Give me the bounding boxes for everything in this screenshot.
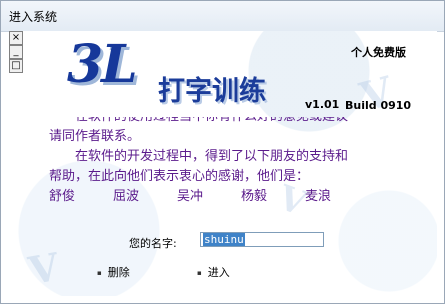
maximize-icon[interactable]: □ <box>9 59 23 73</box>
credits-line: 在软件的开发过程中，得到了以下朋友的支持和 <box>49 149 349 164</box>
logo-mark: 3L <box>67 34 138 95</box>
bullet-icon: ▪ <box>197 269 202 277</box>
logo-subtitle: 打字训练 <box>158 76 266 107</box>
credit-name: 麦浪 <box>305 189 332 204</box>
window-title: 进入系统 <box>9 10 58 24</box>
name-input-value: shuinu <box>203 233 245 246</box>
credits-line: 请同作者联系。 <box>49 129 141 144</box>
system-buttons: × _ □ <box>9 31 23 73</box>
credits-text: 在软件的使用过程当中你有什么好的意见或建议 请同作者联系。 在软件的开发过程中，… <box>49 117 409 207</box>
credit-name: 屈波 <box>113 189 140 204</box>
credits-line: 帮助，在此向他们表示衷心的感谢，他们是： <box>49 169 310 184</box>
credit-name: 杨毅 <box>241 189 268 204</box>
name-input[interactable]: shuinu <box>200 232 324 247</box>
delete-button[interactable]: ▪ 删除 <box>97 264 130 280</box>
minimize-icon[interactable]: _ <box>9 45 23 59</box>
credits-names: 舒俊 屈波 吴冲 杨毅 麦浪 <box>49 187 409 207</box>
credit-name: 吴冲 <box>177 189 204 204</box>
login-window: 进入系统 V V V × _ □ 3L 打字训练 个人免费版 v1.01 Bui… <box>0 0 445 304</box>
name-label: 您的名字: <box>129 237 177 250</box>
enter-button[interactable]: ▪ 进入 <box>197 264 230 280</box>
credits-line: 在软件的使用过程当中你有什么好的意见或建议 <box>49 117 409 127</box>
enter-button-label: 进入 <box>207 266 230 279</box>
credit-name: 舒俊 <box>49 189 76 204</box>
version-label: v1.01 <box>305 98 340 111</box>
edition-label: 个人免费版 <box>351 46 406 59</box>
bullet-icon: ▪ <box>97 269 102 277</box>
build-label: Build 0910 <box>345 99 412 112</box>
delete-button-label: 删除 <box>107 266 130 279</box>
close-icon[interactable]: × <box>9 31 23 45</box>
title-bar[interactable]: 进入系统 <box>1 1 444 32</box>
splash-panel: V V V × _ □ 3L 打字训练 个人免费版 v1.01 Build 09… <box>9 31 437 296</box>
